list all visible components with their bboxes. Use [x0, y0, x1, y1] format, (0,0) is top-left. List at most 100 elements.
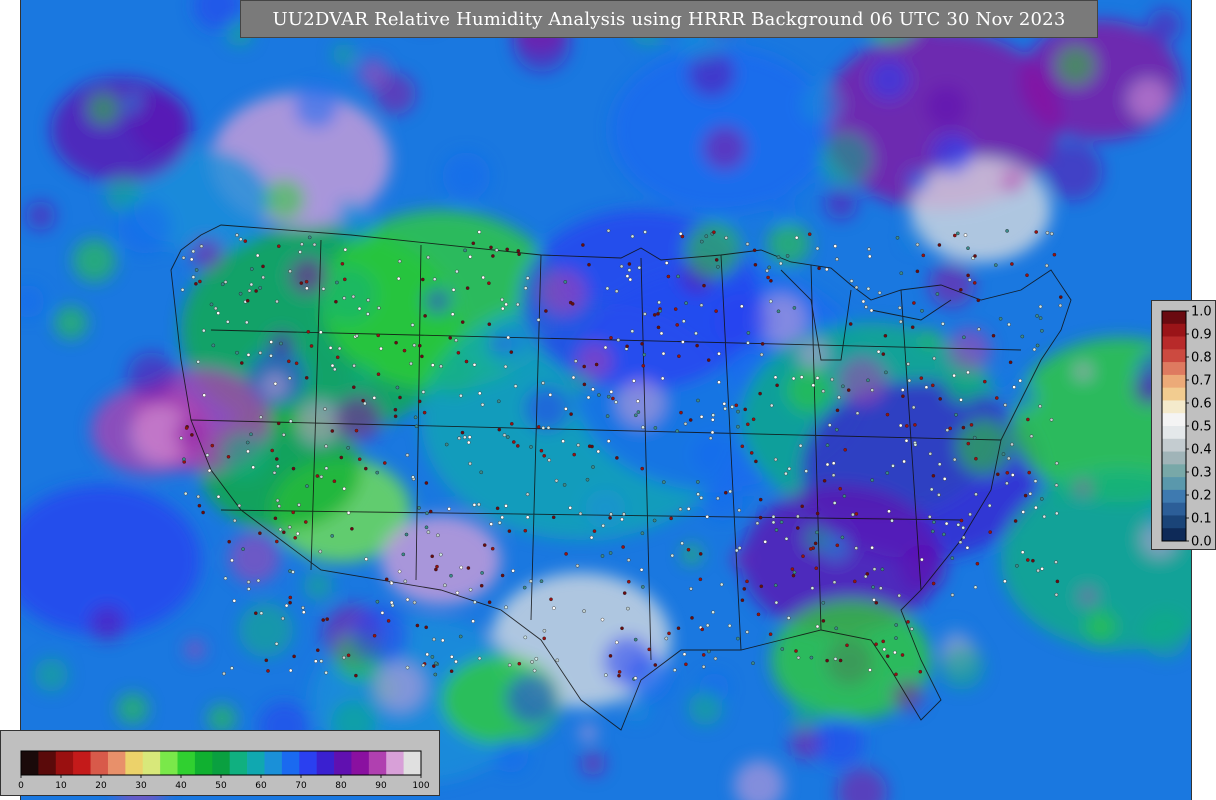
humidity-patch: [819, 132, 872, 186]
station-dot: [181, 255, 186, 260]
station-dot: [421, 663, 426, 668]
station-dot: [276, 421, 281, 426]
station-dot: [913, 423, 917, 427]
station-dot: [620, 626, 624, 631]
station-dot: [636, 399, 640, 404]
station-dot: [714, 258, 719, 262]
station-dot: [712, 230, 716, 234]
station-dot: [256, 578, 261, 583]
station-dot: [564, 552, 568, 556]
station-dot: [609, 512, 613, 517]
station-dot: [825, 443, 830, 448]
station-dot: [713, 656, 718, 661]
station-dot: [523, 286, 528, 290]
station-dot: [315, 648, 320, 653]
station-dot: [790, 567, 795, 571]
station-dot: [717, 380, 721, 385]
station-dot: [534, 657, 539, 661]
station-dot: [1033, 479, 1038, 483]
station-dot: [199, 244, 204, 248]
station-dot: [814, 566, 819, 571]
station-dot: [1031, 558, 1035, 563]
station-dot: [742, 587, 747, 591]
humidity-patch: [1056, 45, 1096, 85]
station-dot: [628, 277, 633, 282]
station-dot: [679, 410, 683, 415]
station-dot: [662, 480, 666, 484]
station-dot: [763, 540, 768, 544]
station-dot: [966, 441, 971, 446]
station-dot: [705, 623, 710, 628]
station-dot: [456, 350, 461, 355]
station-dot: [389, 581, 394, 586]
humidity-patch: [434, 354, 476, 396]
station-dot: [758, 391, 762, 396]
station-dot: [696, 398, 700, 403]
station-dot: [321, 618, 326, 622]
station-dot: [622, 512, 626, 516]
residual-tick-label: 0.7: [1191, 374, 1212, 389]
station-dot: [700, 627, 705, 632]
station-dot: [455, 590, 460, 595]
station-dot: [956, 523, 961, 527]
station-dot: [897, 593, 902, 598]
station-dot: [640, 466, 645, 471]
humidity-patch: [602, 635, 654, 687]
rh-color-segment: [247, 751, 265, 775]
station-dot: [678, 231, 683, 236]
station-dot: [243, 239, 248, 243]
station-dot: [669, 516, 673, 521]
station-dot: [405, 665, 410, 670]
station-dot: [938, 397, 943, 401]
station-dot: [350, 527, 354, 531]
station-dot: [454, 659, 458, 664]
station-dot: [959, 398, 963, 402]
station-dot: [834, 626, 839, 631]
station-dot: [950, 593, 955, 597]
station-dot: [773, 375, 778, 380]
station-dot: [832, 501, 837, 505]
station-dot: [796, 655, 801, 660]
station-dot: [578, 511, 583, 516]
station-dot: [966, 370, 970, 375]
station-dot: [935, 292, 940, 296]
station-dot: [825, 462, 830, 467]
rh-color-segment: [194, 751, 213, 775]
rh-color-segment: [281, 751, 300, 775]
station-dot: [746, 331, 751, 335]
station-dot: [625, 274, 630, 278]
station-dot: [424, 625, 429, 630]
station-dot: [207, 468, 212, 473]
station-dot: [323, 407, 327, 411]
station-dot: [395, 385, 400, 390]
station-dot: [288, 595, 293, 600]
station-dot: [622, 591, 627, 595]
station-dot: [191, 275, 196, 279]
station-dot: [700, 239, 704, 244]
station-dot: [821, 389, 826, 394]
humidity-patch: [54, 305, 88, 340]
humidity-patch: [336, 198, 356, 219]
station-dot: [868, 668, 872, 672]
station-dot: [786, 616, 791, 620]
station-dot: [894, 672, 898, 677]
station-dot: [352, 363, 356, 368]
station-dot: [417, 399, 422, 404]
station-dot: [716, 264, 720, 269]
rh-color-segment: [299, 751, 317, 775]
station-dot: [704, 234, 709, 238]
station-dot: [292, 654, 296, 659]
station-dot: [853, 579, 857, 584]
station-dot: [861, 299, 866, 304]
station-dot: [547, 458, 552, 463]
station-dot: [491, 254, 495, 258]
station-dot: [490, 546, 495, 551]
station-dot: [698, 577, 703, 582]
station-dot: [825, 267, 829, 272]
station-dot: [505, 247, 510, 252]
station-dot: [745, 630, 750, 634]
station-dot: [480, 402, 485, 407]
station-dot: [372, 396, 377, 400]
station-dot: [259, 611, 264, 616]
humidity-patch: [131, 92, 191, 153]
